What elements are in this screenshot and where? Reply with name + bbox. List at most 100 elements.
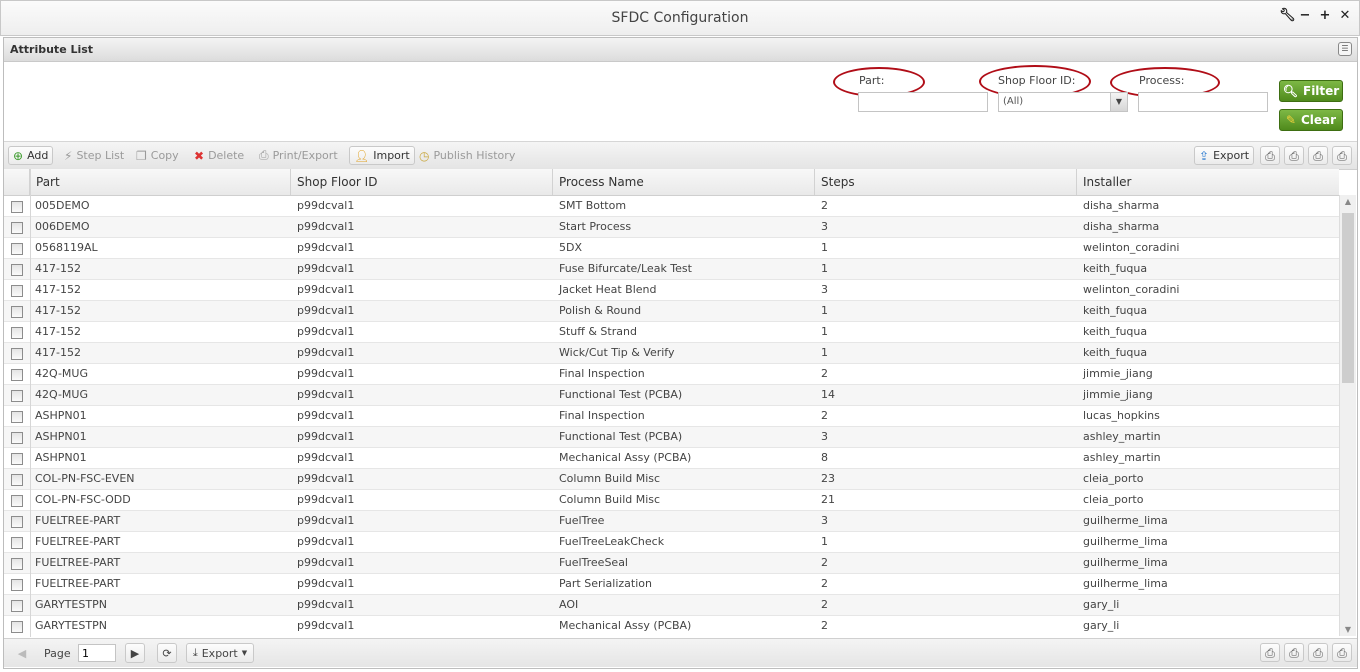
row-checkbox[interactable] [11, 264, 23, 276]
table-row[interactable]: FUELTREE-PART p99dcval1 FuelTree 3 guilherme… [4, 511, 1339, 532]
column-header-steps[interactable]: Steps [814, 169, 1076, 195]
table-row[interactable]: COL-PN-FSC-EVEN p99dcval1 Column Build Mis… [4, 469, 1339, 490]
row-checkbox[interactable] [11, 453, 23, 465]
cell-part: GARYTESTPN [35, 598, 107, 611]
table-row[interactable]: GARYTESTPN p99dcval1 Mechanical Assy (PCBA… [4, 616, 1339, 636]
cell-shop-floor-id: p99dcval1 [297, 325, 355, 338]
pager-print-button-1[interactable]: ⎙ [1260, 643, 1280, 662]
page-input[interactable] [78, 644, 116, 662]
row-checkbox[interactable] [11, 411, 23, 423]
filter-button[interactable]: 🔍︎ Filter [1279, 80, 1343, 102]
table-row[interactable]: FUELTREE-PART p99dcval1 FuelTreeLeakCheck 1… [4, 532, 1339, 553]
column-header-part[interactable]: Part [29, 169, 291, 195]
copy-button[interactable]: ❐ Copy [132, 146, 183, 165]
print-export-button[interactable]: ⎙ Print/Export [255, 146, 342, 165]
table-row[interactable]: 42Q-MUG p99dcval1 Final Inspection 2 jimmie_… [4, 364, 1339, 385]
cell-shop-floor-id: p99dcval1 [297, 451, 355, 464]
pager-export-button[interactable]: ⤓ Export ▼ [186, 643, 254, 663]
cell-shop-floor-id: p99dcval1 [297, 472, 355, 485]
chevron-down-icon[interactable]: ▼ [1110, 93, 1127, 111]
row-checkbox[interactable] [11, 516, 23, 528]
cell-shop-floor-id: p99dcval1 [297, 262, 355, 275]
filter-button-label: Filter [1303, 84, 1340, 98]
table-row[interactable]: ASHPN01 p99dcval1 Final Inspection 2 lucas_h… [4, 406, 1339, 427]
scroll-up-icon[interactable]: ▲ [1340, 197, 1356, 206]
row-checkbox[interactable] [11, 222, 23, 234]
table-row[interactable]: 005DEMO p99dcval1 SMT Bottom 2 disha_sharma [4, 196, 1339, 217]
print-button-2[interactable]: ⎙ [1284, 146, 1304, 165]
row-checkbox[interactable] [11, 327, 23, 339]
table-row[interactable]: 417-152 p99dcval1 Jacket Heat Blend 3 welint… [4, 280, 1339, 301]
cell-process-name: AOI [559, 598, 579, 611]
cell-shop-floor-id: p99dcval1 [297, 598, 355, 611]
table-row[interactable]: 417-152 p99dcval1 Fuse Bifurcate/Leak Test… [4, 259, 1339, 280]
column-header-shop-floor-id[interactable]: Shop Floor ID [290, 169, 552, 195]
table-row[interactable]: 417-152 p99dcval1 Polish & Round 1 keith_fuq… [4, 301, 1339, 322]
vertical-scrollbar[interactable]: ▲ ▼ [1339, 195, 1356, 636]
table-row[interactable]: ASHPN01 p99dcval1 Mechanical Assy (PCBA) 8 a… [4, 448, 1339, 469]
pager-print-button-3[interactable]: ⎙ [1308, 643, 1328, 662]
table-row[interactable]: COL-PN-FSC-ODD p99dcval1 Column Build Misc… [4, 490, 1339, 511]
add-button[interactable]: ⊕ Add [8, 146, 54, 165]
grid-body: 005DEMO p99dcval1 SMT Bottom 2 disha_sharma 0… [4, 196, 1339, 636]
cell-part: FUELTREE-PART [35, 577, 121, 590]
print-button-1[interactable]: ⎙ [1260, 146, 1280, 165]
pager-print-button-2[interactable]: ⎙ [1284, 643, 1304, 662]
scroll-down-icon[interactable]: ▼ [1340, 625, 1356, 634]
wrench-icon[interactable]: 🔧︎ [1279, 9, 1296, 23]
table-row[interactable]: 006DEMO p99dcval1 Start Process 3 disha_shar… [4, 217, 1339, 238]
process-input[interactable] [1138, 92, 1268, 112]
row-checkbox[interactable] [11, 348, 23, 360]
row-checkbox[interactable] [11, 306, 23, 318]
row-checkbox[interactable] [11, 579, 23, 591]
clear-button[interactable]: ✎ Clear [1279, 109, 1343, 131]
column-header-process-name[interactable]: Process Name [552, 169, 814, 195]
column-header-installer[interactable]: Installer [1076, 169, 1339, 195]
cell-shop-floor-id: p99dcval1 [297, 199, 355, 212]
row-checkbox[interactable] [11, 558, 23, 570]
row-checkbox[interactable] [11, 201, 23, 213]
part-input[interactable] [858, 92, 988, 112]
table-row[interactable]: ASHPN01 p99dcval1 Functional Test (PCBA) 3 a… [4, 427, 1339, 448]
row-checkbox[interactable] [11, 243, 23, 255]
table-row[interactable]: 417-152 p99dcval1 Stuff & Strand 1 keith_fuq… [4, 322, 1339, 343]
publish-history-button[interactable]: ◷ Publish History [415, 146, 519, 165]
row-checkbox[interactable] [11, 600, 23, 612]
row-checkbox[interactable] [11, 495, 23, 507]
download-icon: ⤓ [192, 646, 198, 659]
row-checkbox[interactable] [11, 369, 23, 381]
close-icon[interactable]: ✕ [1339, 9, 1351, 23]
row-checkbox[interactable] [11, 474, 23, 486]
prev-page-button[interactable]: ◀ [14, 643, 30, 663]
minimize-icon[interactable]: − [1299, 9, 1311, 23]
cell-installer: welinton_coradini [1083, 283, 1180, 296]
step-list-button[interactable]: ⚡ Step List [60, 146, 128, 165]
import-button[interactable]: 👤︎ Import [349, 146, 415, 165]
cell-shop-floor-id: p99dcval1 [297, 493, 355, 506]
maximize-icon[interactable]: + [1319, 9, 1331, 23]
row-checkbox[interactable] [11, 390, 23, 402]
row-checkbox[interactable] [11, 621, 23, 633]
print-button-4[interactable]: ⎙ [1332, 146, 1352, 165]
table-row[interactable]: FUELTREE-PART p99dcval1 FuelTreeSeal 2 guilh… [4, 553, 1339, 574]
column-chooser-icon[interactable]: ☰ [1338, 42, 1352, 56]
cell-shop-floor-id: p99dcval1 [297, 367, 355, 380]
next-page-button[interactable]: ▶ [125, 643, 145, 663]
row-checkbox[interactable] [11, 285, 23, 297]
table-row[interactable]: FUELTREE-PART p99dcval1 Part Serialization… [4, 574, 1339, 595]
row-checkbox[interactable] [11, 432, 23, 444]
shop-floor-select[interactable]: (All) ▼ [998, 92, 1128, 112]
table-row[interactable]: 417-152 p99dcval1 Wick/Cut Tip & Verify 1 ke… [4, 343, 1339, 364]
table-row[interactable]: 0568119AL p99dcval1 5DX 1 welinton_coradini [4, 238, 1339, 259]
cell-steps: 2 [821, 409, 828, 422]
refresh-button[interactable]: ⟳ [157, 643, 177, 663]
scroll-thumb[interactable] [1342, 213, 1354, 383]
pager-print-button-4[interactable]: ⎙ [1332, 643, 1352, 662]
export-button[interactable]: ⇪ Export [1194, 146, 1255, 165]
row-checkbox[interactable] [11, 537, 23, 549]
table-row[interactable]: 42Q-MUG p99dcval1 Functional Test (PCBA) 14… [4, 385, 1339, 406]
print-button-3[interactable]: ⎙ [1308, 146, 1328, 165]
cell-process-name: Jacket Heat Blend [559, 283, 657, 296]
table-row[interactable]: GARYTESTPN p99dcval1 AOI 2 gary_li [4, 595, 1339, 616]
delete-button[interactable]: ✖ Delete [190, 146, 248, 165]
